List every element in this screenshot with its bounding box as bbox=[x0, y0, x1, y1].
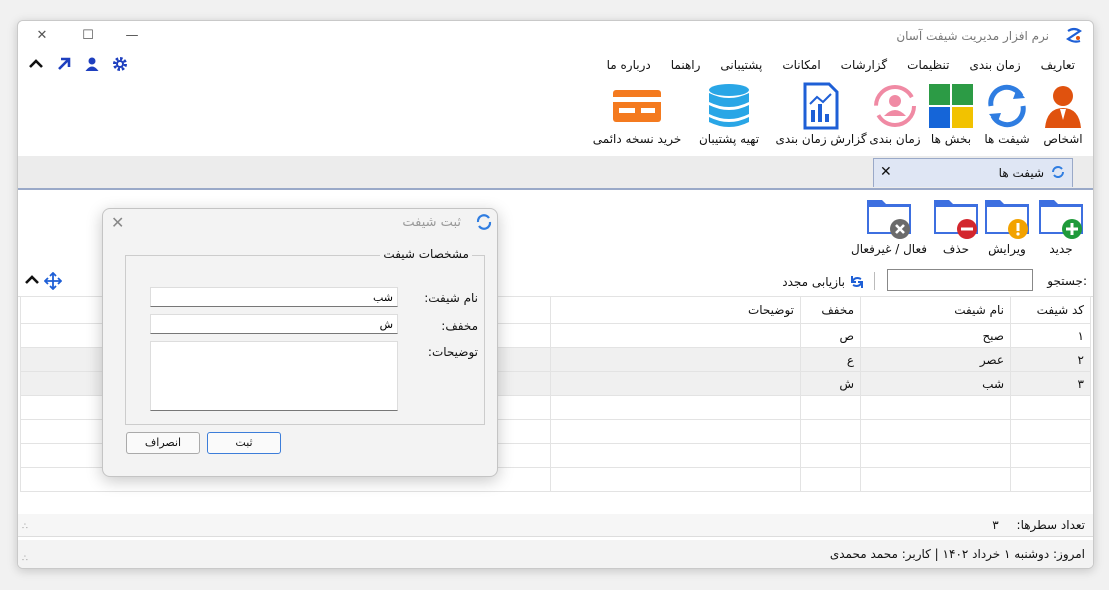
toggle-active-button[interactable]: فعال / غیرفعال bbox=[849, 194, 929, 256]
dialog-title: ثبت شیفت bbox=[402, 215, 461, 230]
status-text: امروز: دوشنبه ۱ خرداد ۱۴۰۲ | کاربر: محمد… bbox=[829, 547, 1085, 561]
menu-settings[interactable]: تنظیمات bbox=[897, 58, 959, 72]
edit-button[interactable]: ویرایش bbox=[979, 194, 1035, 256]
delete-button[interactable]: حذف bbox=[931, 194, 981, 256]
menu-bar: تعاریف زمان بندی تنظیمات گزارشات امکانات… bbox=[18, 52, 1093, 78]
menu-definitions[interactable]: تعاریف bbox=[1031, 58, 1085, 72]
refresh-cycle-icon bbox=[476, 214, 492, 230]
menu-support[interactable]: پشتیبانی bbox=[710, 58, 772, 72]
cancel-button[interactable]: انصراف bbox=[126, 432, 200, 454]
description-label: توضیحات: bbox=[427, 345, 478, 359]
row-count-bar: تعداد سطرها: ۳ ∴ bbox=[18, 514, 1093, 537]
maximize-window-button[interactable]: ☐ bbox=[74, 25, 102, 47]
app-logo-icon bbox=[1066, 27, 1082, 43]
tiles-icon bbox=[929, 84, 973, 128]
new-button[interactable]: جدید bbox=[1033, 194, 1089, 256]
gear-icon[interactable] bbox=[112, 56, 128, 72]
shift-name-input[interactable] bbox=[150, 287, 398, 307]
ribbon: اشخاص شیفت ها بخش ها زمان بندی گزارش زما… bbox=[18, 78, 1093, 156]
title-bar: ✕ ☐ — نرم افزار مدیریت شیفت آسان bbox=[18, 21, 1093, 52]
move-arrows-icon[interactable] bbox=[44, 272, 62, 290]
menu-about[interactable]: درباره ما bbox=[597, 58, 661, 72]
refresh-button[interactable]: بازیابی مجدد bbox=[782, 274, 865, 290]
menu-help[interactable]: راهنما bbox=[661, 58, 711, 72]
column-header-name[interactable]: نام شیفت bbox=[860, 296, 1011, 324]
shift-dialog: ثبت شیفت ✕ مشخصات شیفت نام شیفت: مخفف: ت… bbox=[102, 208, 498, 477]
menu-scheduling[interactable]: زمان بندی bbox=[959, 58, 1030, 72]
save-button[interactable]: ثبت bbox=[207, 432, 281, 454]
search-label: جستجو: bbox=[1047, 274, 1087, 288]
tab-shifts[interactable]: شیفت ها ✕ bbox=[873, 158, 1073, 187]
buy-license-button[interactable]: خرید نسخه دائمی bbox=[591, 82, 683, 146]
shift-details-group: مشخصات شیفت نام شیفت: مخفف: توضیحات: bbox=[125, 247, 485, 425]
menu-reports[interactable]: گزارشات bbox=[831, 58, 897, 72]
status-bar: امروز: دوشنبه ۱ خرداد ۱۴۰۲ | کاربر: محمد… bbox=[18, 540, 1093, 568]
folder-warning-icon bbox=[985, 200, 1029, 239]
dialog-close-icon[interactable]: ✕ bbox=[111, 213, 124, 232]
chevron-up-icon[interactable] bbox=[24, 272, 40, 288]
description-textarea[interactable] bbox=[150, 341, 398, 411]
column-header-desc[interactable]: توضیحات bbox=[550, 296, 801, 324]
abbr-input[interactable] bbox=[150, 314, 398, 334]
chevron-up-icon[interactable] bbox=[28, 56, 44, 72]
tab-close-icon[interactable]: ✕ bbox=[880, 164, 892, 180]
shift-name-label: نام شیفت: bbox=[424, 291, 478, 305]
schedule-button[interactable]: زمان بندی bbox=[867, 82, 923, 146]
minimize-window-button[interactable]: — bbox=[118, 25, 146, 47]
user-icon[interactable] bbox=[84, 56, 100, 72]
resize-grip-icon[interactable]: ∴ bbox=[22, 522, 28, 532]
sections-button[interactable]: بخش ها bbox=[925, 82, 977, 146]
arrow-up-right-icon[interactable] bbox=[56, 56, 72, 72]
close-window-button[interactable]: ✕ bbox=[28, 25, 56, 47]
menu-features[interactable]: امکانات bbox=[772, 58, 830, 72]
refresh-cycle-icon bbox=[1052, 166, 1064, 178]
tab-strip: شیفت ها ✕ bbox=[18, 156, 1093, 190]
backup-button[interactable]: تهیه پشتیبان bbox=[685, 82, 773, 146]
credit-card-icon bbox=[613, 90, 661, 122]
folder-add-icon bbox=[1039, 200, 1083, 239]
schedule-report-button[interactable]: گزارش زمان بندی bbox=[775, 82, 867, 146]
user-cycle-icon bbox=[874, 85, 916, 127]
people-button[interactable]: اشخاص bbox=[1037, 82, 1089, 146]
search-input[interactable] bbox=[887, 269, 1033, 291]
abbr-label: مخفف: bbox=[441, 319, 478, 333]
sync-icon bbox=[851, 276, 863, 288]
shifts-button[interactable]: شیفت ها bbox=[979, 82, 1035, 146]
column-header-code[interactable]: کد شیفت bbox=[1010, 296, 1091, 324]
column-header-abbr[interactable]: مخفف bbox=[800, 296, 861, 324]
report-chart-icon bbox=[803, 82, 839, 130]
row-count: تعداد سطرها: ۳ bbox=[992, 518, 1085, 532]
refresh-cycle-icon bbox=[988, 84, 1026, 128]
database-icon bbox=[709, 84, 749, 127]
resize-grip-icon[interactable]: ∴ bbox=[22, 554, 28, 564]
folder-remove-icon bbox=[934, 200, 978, 239]
person-icon bbox=[1045, 86, 1081, 128]
app-title: نرم افزار مدیریت شیفت آسان bbox=[896, 29, 1049, 43]
folder-disable-icon bbox=[867, 200, 911, 239]
